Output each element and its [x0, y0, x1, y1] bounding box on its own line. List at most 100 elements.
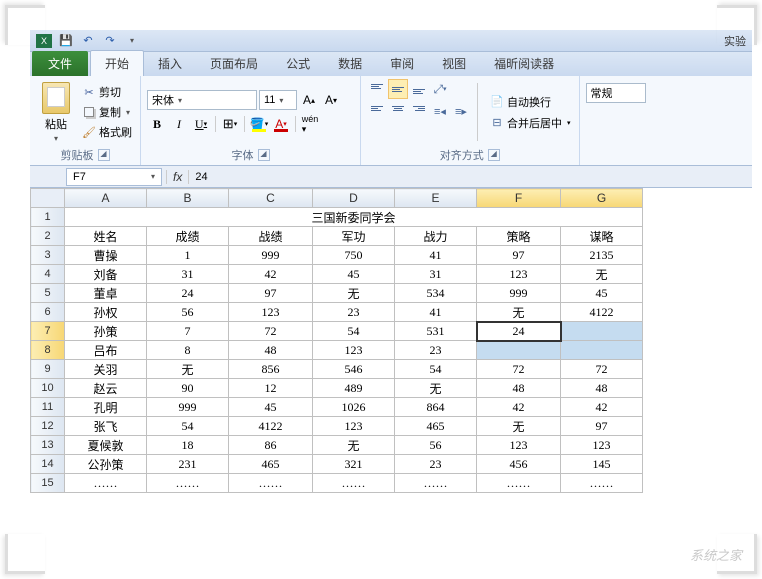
increase-font-button[interactable]: A▴: [299, 90, 319, 110]
cell-C10[interactable]: 12: [229, 379, 313, 398]
cell-D7[interactable]: 54: [313, 322, 395, 341]
cell-A12[interactable]: 张飞: [65, 417, 147, 436]
cell-D14[interactable]: 321: [313, 455, 395, 474]
row-header-2[interactable]: 2: [31, 227, 65, 246]
font-name-combo[interactable]: 宋体▾: [147, 90, 257, 110]
cell-A7[interactable]: 孙策: [65, 322, 147, 341]
paste-button[interactable]: 粘贴 ▾: [36, 79, 76, 145]
tab-data[interactable]: 数据: [324, 51, 376, 76]
tab-view[interactable]: 视图: [428, 51, 480, 76]
cell-E8[interactable]: 23: [395, 341, 477, 360]
cell-C11[interactable]: 45: [229, 398, 313, 417]
cut-button[interactable]: ✂剪切: [80, 83, 134, 101]
cell-A14[interactable]: 公孙策: [65, 455, 147, 474]
format-painter-button[interactable]: 🖌格式刷: [80, 123, 134, 141]
cell-G3[interactable]: 2135: [561, 246, 643, 265]
cell-D9[interactable]: 546: [313, 360, 395, 379]
title-cell[interactable]: 三国新委同学会: [65, 208, 643, 227]
tab-home[interactable]: 开始: [90, 50, 144, 76]
row-header-6[interactable]: 6: [31, 303, 65, 322]
phonetic-button[interactable]: wén▾: [300, 114, 320, 134]
align-top-button[interactable]: [367, 79, 387, 99]
align-bottom-button[interactable]: [409, 79, 429, 99]
align-left-button[interactable]: [367, 101, 387, 121]
cell-E11[interactable]: 864: [395, 398, 477, 417]
wrap-text-button[interactable]: 📄自动换行: [488, 93, 573, 111]
underline-button[interactable]: U▾: [191, 114, 211, 134]
cell-F8[interactable]: [477, 341, 561, 360]
merge-center-button[interactable]: ⊟合并后居中▾: [488, 114, 573, 132]
cell-A3[interactable]: 曹操: [65, 246, 147, 265]
align-middle-button[interactable]: [388, 79, 408, 99]
cell-B4[interactable]: 31: [147, 265, 229, 284]
cell-B7[interactable]: 7: [147, 322, 229, 341]
cell-F9[interactable]: 72: [477, 360, 561, 379]
cell-C13[interactable]: 86: [229, 436, 313, 455]
cell-F4[interactable]: 123: [477, 265, 561, 284]
col-header-G[interactable]: G: [561, 189, 643, 208]
cell-C8[interactable]: 48: [229, 341, 313, 360]
cell-E4[interactable]: 31: [395, 265, 477, 284]
cell-D15[interactable]: ……: [313, 474, 395, 493]
italic-button[interactable]: I: [169, 114, 189, 134]
tab-formulas[interactable]: 公式: [272, 51, 324, 76]
row-header-11[interactable]: 11: [31, 398, 65, 417]
cell-E9[interactable]: 54: [395, 360, 477, 379]
cell-E13[interactable]: 56: [395, 436, 477, 455]
fill-color-button[interactable]: 🪣▾: [249, 114, 269, 134]
cell-B8[interactable]: 8: [147, 341, 229, 360]
cell-C6[interactable]: 123: [229, 303, 313, 322]
bold-button[interactable]: B: [147, 114, 167, 134]
tab-foxit[interactable]: 福昕阅读器: [480, 51, 568, 76]
cell-G15[interactable]: ……: [561, 474, 643, 493]
row-header-1[interactable]: 1: [31, 208, 65, 227]
cell-D6[interactable]: 23: [313, 303, 395, 322]
tab-file[interactable]: 文件: [32, 51, 88, 76]
cell-G5[interactable]: 45: [561, 284, 643, 303]
tab-insert[interactable]: 插入: [144, 51, 196, 76]
header-cell[interactable]: 谋略: [561, 227, 643, 246]
col-header-B[interactable]: B: [147, 189, 229, 208]
decrease-indent-button[interactable]: ≡◂: [430, 101, 450, 121]
font-color-button[interactable]: A▾: [271, 114, 291, 134]
header-cell[interactable]: 军功: [313, 227, 395, 246]
cell-B13[interactable]: 18: [147, 436, 229, 455]
cell-F11[interactable]: 42: [477, 398, 561, 417]
cell-B6[interactable]: 56: [147, 303, 229, 322]
align-center-button[interactable]: [388, 101, 408, 121]
cell-B3[interactable]: 1: [147, 246, 229, 265]
header-cell[interactable]: 成绩: [147, 227, 229, 246]
excel-icon[interactable]: X: [34, 32, 54, 50]
cell-D5[interactable]: 无: [313, 284, 395, 303]
cell-F6[interactable]: 无: [477, 303, 561, 322]
cell-B5[interactable]: 24: [147, 284, 229, 303]
cell-C12[interactable]: 4122: [229, 417, 313, 436]
cell-E3[interactable]: 41: [395, 246, 477, 265]
cell-E12[interactable]: 465: [395, 417, 477, 436]
cell-A13[interactable]: 夏候敦: [65, 436, 147, 455]
cell-A4[interactable]: 刘备: [65, 265, 147, 284]
cell-G14[interactable]: 145: [561, 455, 643, 474]
col-header-C[interactable]: C: [229, 189, 313, 208]
cell-G4[interactable]: 无: [561, 265, 643, 284]
cell-A8[interactable]: 吕布: [65, 341, 147, 360]
cell-D3[interactable]: 750: [313, 246, 395, 265]
cell-E14[interactable]: 23: [395, 455, 477, 474]
cell-C4[interactable]: 42: [229, 265, 313, 284]
redo-icon[interactable]: ↷: [100, 32, 120, 50]
cell-F5[interactable]: 999: [477, 284, 561, 303]
col-header-F[interactable]: F: [477, 189, 561, 208]
cell-G11[interactable]: 42: [561, 398, 643, 417]
cell-E5[interactable]: 534: [395, 284, 477, 303]
increase-indent-button[interactable]: ≡▸: [451, 101, 471, 121]
header-cell[interactable]: 姓名: [65, 227, 147, 246]
cell-C15[interactable]: ……: [229, 474, 313, 493]
row-header-8[interactable]: 8: [31, 341, 65, 360]
cell-E10[interactable]: 无: [395, 379, 477, 398]
cell-A15[interactable]: ……: [65, 474, 147, 493]
header-cell[interactable]: 战力: [395, 227, 477, 246]
cell-D10[interactable]: 489: [313, 379, 395, 398]
cell-A10[interactable]: 赵云: [65, 379, 147, 398]
cell-A11[interactable]: 孔明: [65, 398, 147, 417]
cell-G12[interactable]: 97: [561, 417, 643, 436]
